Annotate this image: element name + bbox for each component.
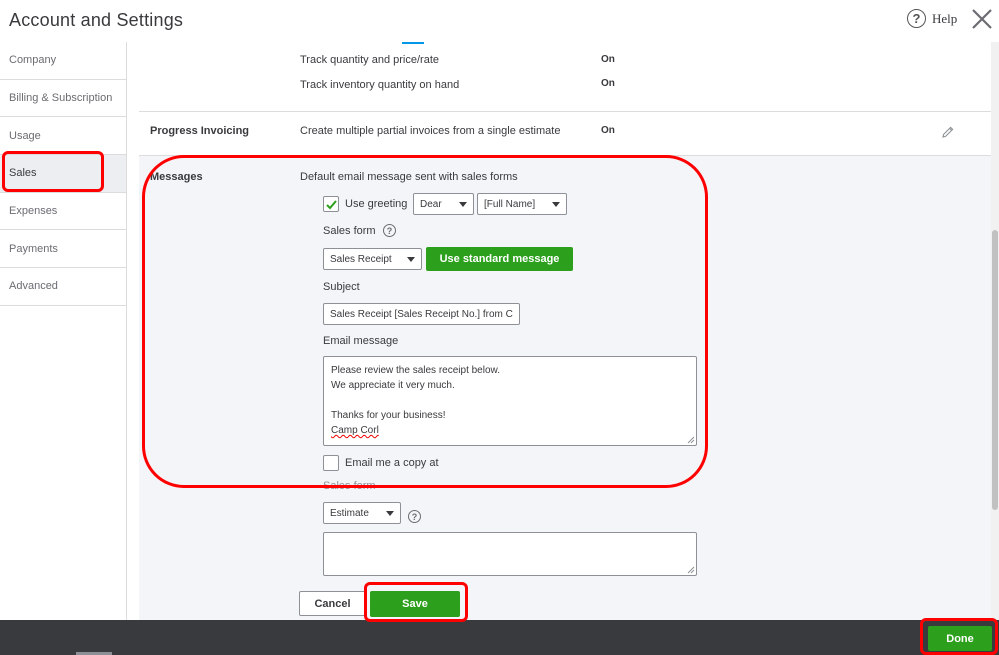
sales-form-select-value: Sales Receipt: [330, 253, 392, 265]
settings-sidebar: Company Billing & Subscription Usage Sal…: [0, 42, 127, 620]
email-message-line: [331, 393, 689, 408]
sales-form-label: Sales form: [323, 225, 376, 237]
progress-invoicing-description: Create multiple partial invoices from a …: [300, 125, 561, 137]
pencil-icon[interactable]: [941, 125, 955, 139]
resize-handle-icon[interactable]: [687, 436, 695, 444]
sidebar-item-billing[interactable]: Billing & Subscription: [0, 80, 126, 118]
help-icon[interactable]: ?: [907, 9, 926, 28]
question-icon[interactable]: ?: [408, 510, 421, 523]
chevron-down-icon: [459, 202, 467, 207]
track-inventory-label: Track inventory quantity on hand: [300, 79, 460, 91]
question-icon[interactable]: ?: [383, 224, 396, 237]
scrollbar-thumb[interactable]: [992, 230, 998, 510]
help-label[interactable]: Help: [932, 11, 957, 27]
sales-form-select-value-2: Estimate: [330, 507, 369, 519]
email-message-line: We appreciate it very much.: [331, 380, 455, 391]
sidebar-item-expenses[interactable]: Expenses: [0, 193, 126, 231]
email-message-label: Email message: [323, 335, 399, 347]
email-message-line: Please review the sales receipt below.: [331, 365, 500, 376]
subject-label: Subject: [323, 281, 360, 293]
email-message-textarea-2[interactable]: [323, 532, 697, 576]
greeting-select-value: Dear: [420, 198, 442, 210]
sidebar-item-label: Sales: [9, 167, 37, 180]
sidebar-item-usage[interactable]: Usage: [0, 117, 126, 156]
done-button[interactable]: Done: [928, 626, 992, 651]
page-title: Account and Settings: [9, 10, 184, 30]
sales-form-label-2: Sales form: [323, 480, 376, 492]
email-message-line: Camp Corl: [331, 425, 379, 436]
sidebar-item-payments[interactable]: Payments: [0, 230, 126, 269]
dialog-header: Account and Settings ? Help: [0, 0, 999, 42]
chevron-down-icon: [407, 257, 415, 262]
name-select[interactable]: [Full Name]: [477, 193, 567, 215]
email-copy-label: Email me a copy at: [345, 457, 439, 469]
resize-handle-icon[interactable]: [687, 566, 695, 574]
track-inventory-value: On: [601, 78, 615, 89]
use-standard-message-button[interactable]: Use standard message: [426, 247, 573, 271]
sales-form-select[interactable]: Sales Receipt: [323, 248, 422, 270]
track-qty-label: Track quantity and price/rate: [300, 54, 439, 66]
email-copy-checkbox[interactable]: [323, 455, 339, 471]
sidebar-item-company[interactable]: Company: [0, 42, 126, 80]
dialog-footer: Done: [0, 620, 999, 655]
sidebar-item-advanced[interactable]: Advanced: [0, 268, 126, 306]
sidebar-item-sales[interactable]: Sales: [0, 155, 126, 193]
progress-invoicing-value: On: [601, 125, 615, 136]
settings-content: Track quantity and price/rate On Track i…: [127, 42, 991, 620]
sales-form-select-2[interactable]: Estimate: [323, 502, 401, 524]
save-button[interactable]: Save: [370, 591, 460, 617]
use-greeting-checkbox[interactable]: [323, 196, 339, 212]
sidebar-item-label: Billing & Subscription: [9, 92, 113, 105]
sidebar-item-label: Usage: [9, 129, 41, 142]
greeting-select[interactable]: Dear: [413, 193, 474, 215]
section-indicator: [402, 42, 424, 44]
sidebar-item-label: Expenses: [9, 205, 58, 218]
section-divider: [139, 111, 991, 112]
chevron-down-icon: [386, 511, 394, 516]
subject-input[interactable]: Sales Receipt [Sales Receipt No.] from C: [323, 303, 520, 325]
checkmark-icon: [326, 200, 337, 210]
close-icon[interactable]: [970, 7, 994, 31]
messages-description: Default email message sent with sales fo…: [300, 171, 518, 183]
email-message-textarea[interactable]: Please review the sales receipt below. W…: [323, 356, 697, 446]
use-greeting-label: Use greeting: [345, 198, 408, 210]
name-select-value: [Full Name]: [484, 198, 536, 210]
sidebar-item-label: Payments: [9, 242, 58, 255]
help-link[interactable]: ? Help: [907, 9, 957, 28]
chevron-down-icon: [552, 202, 560, 207]
progress-invoicing-heading: Progress Invoicing: [150, 125, 250, 137]
track-qty-value: On: [601, 54, 615, 65]
content-scrollbar[interactable]: [991, 42, 999, 620]
sidebar-item-label: Company: [9, 54, 57, 67]
cancel-button[interactable]: Cancel: [299, 591, 366, 616]
email-message-line: Thanks for your business!: [331, 410, 446, 421]
messages-heading: Messages: [150, 171, 203, 183]
sidebar-item-label: Advanced: [9, 280, 58, 293]
